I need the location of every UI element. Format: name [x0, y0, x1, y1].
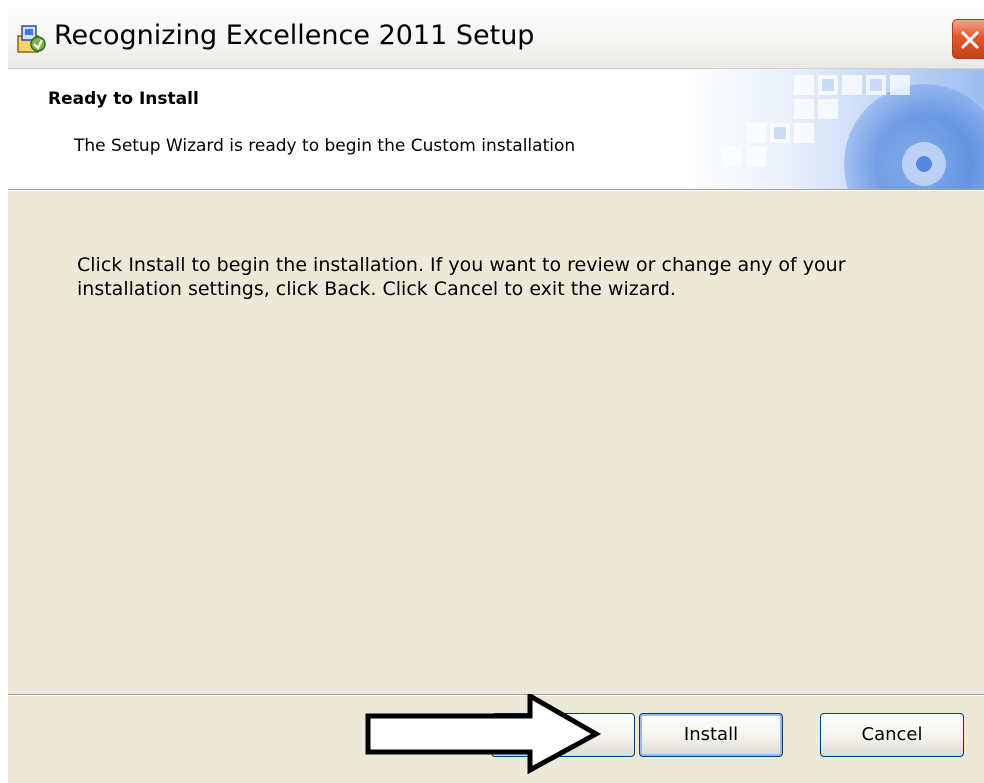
arrow-pointer [365, 694, 602, 774]
setup-dialog-window: Recognizing Excellence 2011 Setup Ready … [8, 8, 984, 783]
window-title: Recognizing Excellence 2011 Setup [54, 20, 535, 51]
setup-installer-icon [14, 22, 48, 56]
header-title: Ready to Install [48, 89, 199, 109]
close-icon [961, 31, 979, 49]
cancel-button[interactable]: Cancel [820, 713, 964, 757]
instructions-text: Click Install to begin the installation.… [77, 254, 846, 300]
install-button[interactable]: Install [639, 713, 783, 757]
header-subtitle: The Setup Wizard is ready to begin the C… [74, 136, 576, 156]
header-divider [8, 189, 984, 191]
wizard-header: Ready to Install The Setup Wizard is rea… [8, 69, 984, 189]
cd-disc-banner [684, 69, 984, 189]
title-bar[interactable]: Recognizing Excellence 2011 Setup [8, 8, 984, 69]
close-button[interactable] [952, 19, 984, 59]
